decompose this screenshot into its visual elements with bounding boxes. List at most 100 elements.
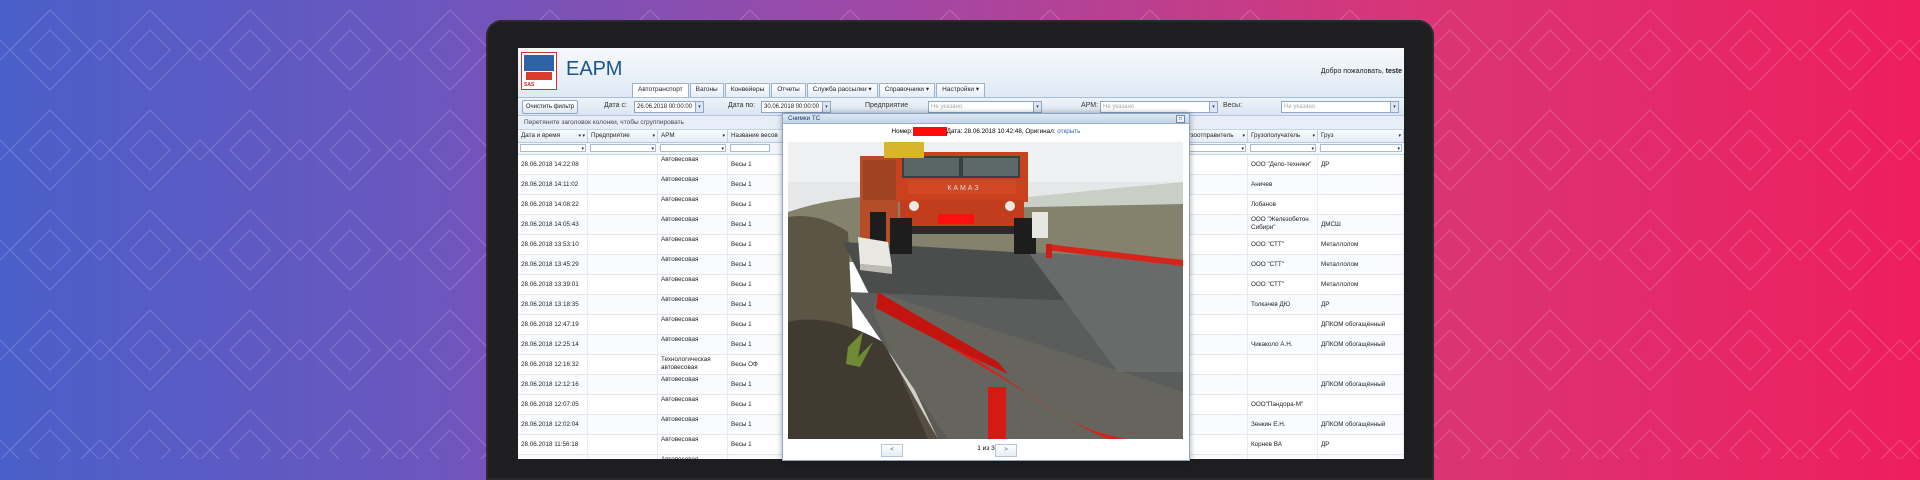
cell-cargo [1318, 175, 1404, 194]
cell-datetime: 28.06.2018 12:25:14 [518, 335, 588, 354]
cell-enterprise [588, 155, 658, 174]
menu-item-autotransport[interactable]: Автотранспорт [632, 83, 689, 97]
company-logo: SAS [521, 52, 557, 90]
cell-datetime: 28.06.2018 12:02:04 [518, 415, 588, 434]
cell-arm: Автовесовая [658, 275, 728, 294]
column-header-enterprise[interactable]: Предприятие ▾ [588, 130, 658, 142]
arm-label: АРМ: [1081, 102, 1099, 109]
cell-cargo: ДР [1318, 155, 1404, 174]
cell-arm: Автовесовая [658, 335, 728, 354]
cell-arm: Автовесовая [658, 375, 728, 394]
cell-receiver: ООО "Дело-техники" [1248, 155, 1318, 174]
welcome-text: Добро пожаловать, teste [1320, 68, 1402, 75]
cell-datetime: 28.06.2018 14:11:02 [518, 175, 588, 194]
date-from-input[interactable]: 26.06.2018 00:00:00 ▾ [634, 101, 704, 113]
dialog-title: Снимки ТС [783, 114, 1189, 124]
cell-enterprise [588, 315, 658, 334]
cell-datetime: 28.06.2018 13:18:35 [518, 295, 588, 314]
date-from-label: Дата с: [604, 102, 627, 109]
column-header-receiver[interactable]: Грузополучатель ▾ [1248, 130, 1318, 142]
cell-enterprise [588, 295, 658, 314]
cell-cargo: ДР [1318, 435, 1404, 454]
app-header: SAS ЕАРМ Добро пожаловать, teste Автотра… [518, 48, 1404, 98]
filter-cell-enterprise[interactable]: ▾ [590, 144, 656, 152]
open-original-link[interactable]: открыть [1057, 128, 1080, 135]
date-to-input[interactable]: 30.06.2018 00:00:00 ▾ [761, 101, 831, 113]
cell-arm: Автовесовая [658, 455, 728, 459]
cell-receiver [1248, 375, 1318, 394]
username: teste [1385, 68, 1402, 75]
cell-enterprise [588, 235, 658, 254]
menu-item-reports[interactable]: Отчеты [771, 83, 806, 97]
filter-cell-scales[interactable] [730, 144, 770, 152]
filter-cell-receiver[interactable]: ▾ [1250, 144, 1316, 152]
cell-receiver: Корнев ВА [1248, 435, 1318, 454]
cell-receiver: Толкачев ДЮ [1248, 295, 1318, 314]
cell-receiver: Зенкин Е.Н. [1248, 415, 1318, 434]
cell-enterprise [588, 435, 658, 454]
cell-receiver: Аничев [1248, 175, 1318, 194]
menu-item-wagons[interactable]: Вагоны [689, 83, 724, 97]
cell-receiver [1248, 355, 1318, 374]
close-icon[interactable]: □ [1176, 115, 1185, 123]
cell-arm: Автовесовая [658, 195, 728, 214]
column-header-cargo[interactable]: Груз ▾ [1318, 130, 1404, 142]
cell-cargo [1318, 395, 1404, 414]
cell-arm: Автовесовая [658, 235, 728, 254]
cell-receiver [1248, 315, 1318, 334]
cell-cargo: ДПКОМ обогащённый [1318, 315, 1404, 334]
filter-cell-cargo[interactable]: ▾ [1320, 144, 1402, 152]
column-header-datetime[interactable]: Дата и время ▾ ▾ [518, 130, 588, 142]
cell-cargo: ДР [1318, 295, 1404, 314]
menu-item-conveyors[interactable]: Конвейеры [724, 83, 771, 97]
cell-receiver: Чикаков [1248, 455, 1318, 459]
cell-datetime: 28.06.2018 14:22:08 [518, 155, 588, 174]
filter-cell-datetime[interactable]: ▾ [520, 144, 586, 152]
cell-cargo: ДПКОМ обогащённый [1318, 375, 1404, 394]
filter-cell-arm[interactable]: ▾ [660, 144, 726, 152]
cell-arm: Автовесовая [658, 315, 728, 334]
cell-cargo: ДР [1318, 455, 1404, 459]
cell-arm: Автовесовая [658, 175, 728, 194]
cell-datetime: 28.06.2018 12:47:19 [518, 315, 588, 334]
cell-enterprise [588, 215, 658, 234]
cell-enterprise [588, 375, 658, 394]
cell-enterprise [588, 395, 658, 414]
enterprise-label: Предприятие [865, 102, 909, 109]
cell-datetime: 28.06.2018 13:45:29 [518, 255, 588, 274]
cell-cargo: ДПКОМ обогащённый [1318, 415, 1404, 434]
cell-cargo: ДМСШ [1318, 215, 1404, 234]
cell-arm: Автовесовая [658, 255, 728, 274]
menu-item-mailing[interactable]: Служба рассылки ▾ [806, 83, 878, 97]
cell-datetime: 28.06.2018 12:16:32 [518, 355, 588, 374]
cell-datetime: 28.06.2018 14:08:22 [518, 195, 588, 214]
cell-arm: Автовесовая [658, 295, 728, 314]
photo-info: Номер: Дата: 28.06.2018 10:42:48, Оригина… [891, 127, 1081, 136]
cell-enterprise [588, 355, 658, 374]
cell-enterprise [588, 195, 658, 214]
redacted-plate-number [912, 127, 947, 136]
cell-receiver: ООО "СТТ" [1248, 275, 1318, 294]
cell-arm: Автовесовая [658, 155, 728, 174]
date-to-label: Дата по: [728, 102, 756, 109]
scales-label: Весы: [1223, 102, 1243, 109]
menu-item-references[interactable]: Справочники ▾ [878, 83, 936, 97]
cell-enterprise [588, 455, 658, 459]
vehicle-photo: К А М А З [788, 142, 1183, 439]
arm-select[interactable]: Не указано ▾ [1100, 101, 1218, 113]
cell-arm: Автовесовая [658, 435, 728, 454]
cell-datetime: 28.06.2018 11:56:18 [518, 435, 588, 454]
clear-filter-button[interactable]: Очистить фильтр [522, 100, 578, 114]
cell-cargo: Металлолом [1318, 255, 1404, 274]
cell-arm: Автовесовая [658, 215, 728, 234]
scales-select[interactable]: Не указано ▾ [1281, 101, 1399, 113]
enterprise-select[interactable]: Не указано ▾ [928, 101, 1042, 113]
cell-datetime: 28.06.2018 11:15:20 [518, 455, 588, 459]
column-header-arm[interactable]: АРМ ▾ [658, 130, 728, 142]
menu-item-settings[interactable]: Настройки ▾ [936, 83, 986, 97]
next-photo-button[interactable]: > [995, 444, 1017, 457]
cell-cargo: Металлолом [1318, 275, 1404, 294]
main-menu: Автотранспорт Вагоны Конвейеры Отчеты Сл… [632, 83, 986, 97]
cell-datetime: 28.06.2018 14:05:43 [518, 215, 588, 234]
cell-receiver: Лобанов [1248, 195, 1318, 214]
